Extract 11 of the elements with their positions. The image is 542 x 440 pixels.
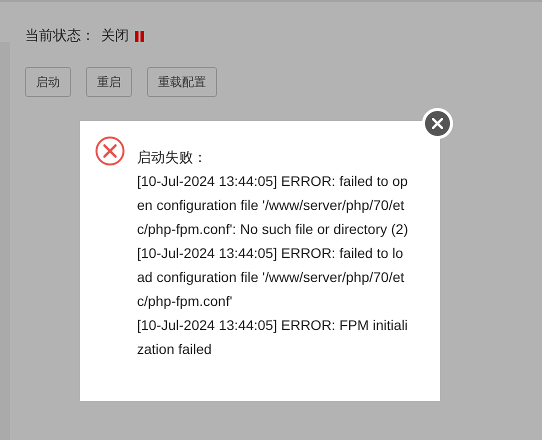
dialog-title: 启动失败：	[137, 148, 208, 167]
error-message: [10-Jul-2024 13:44:05] ERROR: failed to open configuration file '/www/server/php/70/etc/php-fpm.conf': No such file or directory (2)	[137, 172, 409, 239]
error-message: [10-Jul-2024 13:44:05] ERROR: FPM initialization failed	[137, 316, 409, 359]
error-message: [10-Jul-2024 13:44:05] ERROR: failed to load configuration file '/www/server/php/70/etc/php-fpm.conf'	[137, 244, 406, 311]
close-icon	[432, 118, 443, 129]
action-button[interactable]: 重启	[86, 67, 132, 97]
action-button[interactable]: 启动	[25, 67, 71, 97]
status-label: 当前状态：	[25, 27, 95, 46]
action-button[interactable]: 重载配置	[147, 67, 217, 97]
status-value: 关闭	[101, 27, 129, 46]
error-icon	[95, 136, 125, 166]
